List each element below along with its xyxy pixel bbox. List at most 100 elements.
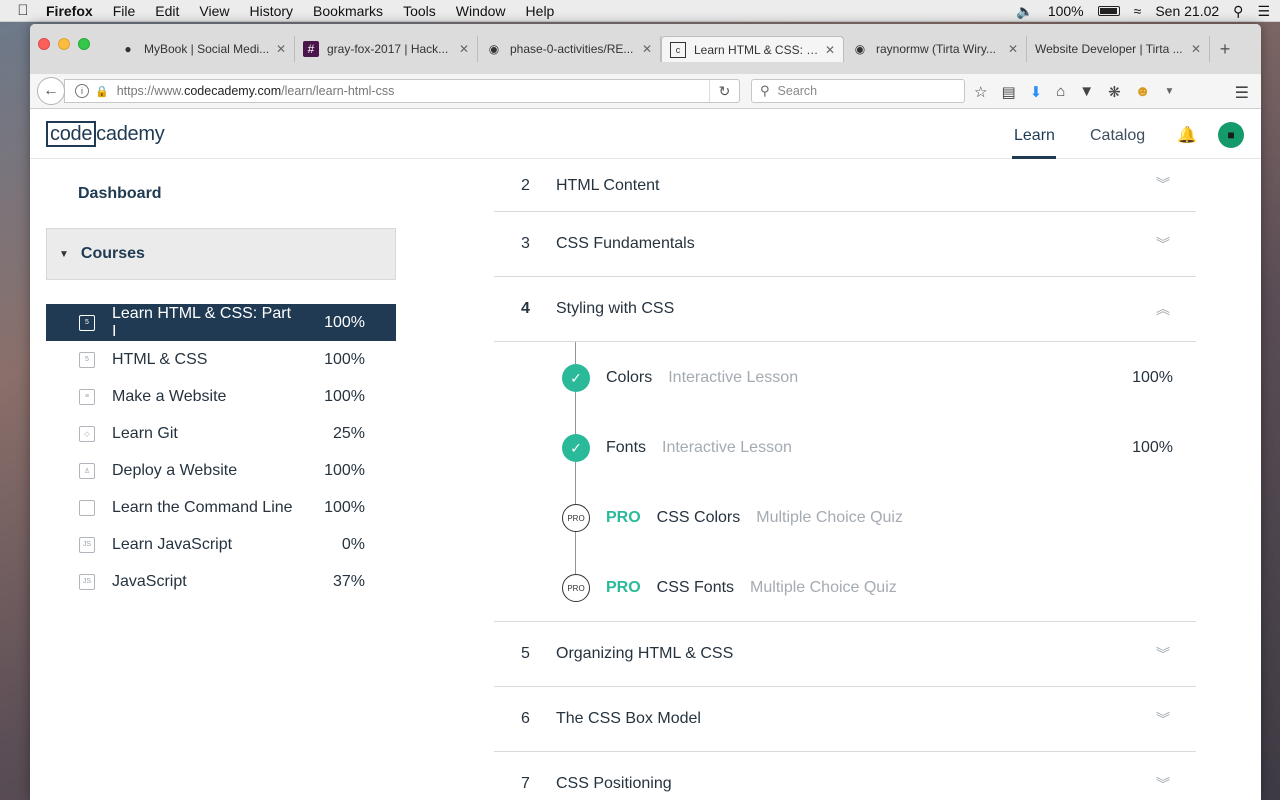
close-window-button[interactable]: [38, 38, 50, 50]
wifi-icon[interactable]: ≈: [1134, 3, 1142, 19]
course-list: 5 Learn HTML & CSS: Part I 100% 5 HTML &…: [46, 304, 396, 600]
tab-slack[interactable]: # gray-fox-2017 | Hack... ✕: [295, 36, 478, 62]
menu-view[interactable]: View: [199, 3, 229, 19]
unit-number: 2: [521, 176, 530, 194]
reading-list-icon[interactable]: ▤: [1001, 83, 1015, 101]
notification-bell-icon[interactable]: 🔔: [1177, 125, 1197, 145]
course-progress: 100%: [324, 387, 365, 405]
unit-row[interactable]: 5 Organizing HTML & CSS ︾: [494, 622, 1196, 687]
extension-icon[interactable]: ❋: [1108, 83, 1121, 101]
menu-tools[interactable]: Tools: [403, 3, 436, 19]
avatar[interactable]: ■: [1218, 122, 1244, 148]
course-item-learn-html-css-part-1[interactable]: 5 Learn HTML & CSS: Part I 100%: [46, 304, 396, 341]
html5-icon: 5: [79, 314, 95, 331]
battery-icon[interactable]: [1097, 6, 1120, 16]
menu-window[interactable]: Window: [456, 3, 506, 19]
chevron-down-icon[interactable]: ︾: [1156, 234, 1170, 254]
lesson-name: CSS Fonts: [656, 579, 735, 596]
tab-title: Learn HTML & CSS: P...: [694, 42, 819, 57]
pro-lock-icon: PRO: [562, 504, 590, 532]
user-extension-icon[interactable]: ☻: [1135, 83, 1151, 100]
tab-mybook[interactable]: ● MyBook | Social Medi... ✕: [112, 36, 295, 62]
course-item-learn-the-command-line[interactable]: Learn the Command Line 100%: [46, 489, 396, 526]
url-text[interactable]: https://www.codecademy.com/learn/learn-h…: [117, 84, 395, 98]
unit-row[interactable]: 6 The CSS Box Model ︾: [494, 687, 1196, 752]
chevron-down-icon[interactable]: ︾: [1156, 774, 1170, 794]
close-tab-icon[interactable]: ✕: [276, 42, 286, 56]
course-item-make-a-website[interactable]: ≡ Make a Website 100%: [46, 378, 396, 415]
minimize-window-button[interactable]: [58, 38, 70, 50]
course-item-html-css[interactable]: 5 HTML & CSS 100%: [46, 341, 396, 378]
logo-rest-text: cademy: [96, 123, 165, 145]
zoom-window-button[interactable]: [78, 38, 90, 50]
course-item-javascript[interactable]: JS JavaScript 37%: [46, 563, 396, 600]
search-bar[interactable]: ⚲ Search: [751, 79, 965, 103]
close-tab-icon[interactable]: ✕: [459, 42, 469, 56]
lesson-type: Multiple Choice Quiz: [750, 579, 897, 596]
reload-icon[interactable]: ↻: [709, 80, 739, 102]
nav-learn[interactable]: Learn: [1014, 127, 1055, 145]
notification-list-icon[interactable]: ☰: [1257, 3, 1270, 20]
apple-menu-icon[interactable]: : [0, 2, 46, 19]
chevron-up-icon[interactable]: ︽: [1156, 299, 1170, 319]
course-item-learn-javascript[interactable]: JS Learn JavaScript 0%: [46, 526, 396, 563]
spotlight-icon[interactable]: ⚲: [1233, 3, 1243, 20]
info-icon[interactable]: i: [75, 84, 89, 98]
unit-title: Styling with CSS: [556, 300, 675, 317]
nav-catalog[interactable]: Catalog: [1090, 127, 1145, 145]
dashboard-link[interactable]: Dashboard: [78, 185, 162, 203]
tab-codecademy[interactable]: c Learn HTML & CSS: P... ✕: [661, 36, 844, 62]
menu-bookmarks[interactable]: Bookmarks: [313, 3, 383, 19]
course-name: Learn HTML & CSS: Part I: [112, 304, 292, 340]
home-icon[interactable]: ⌂: [1056, 83, 1065, 100]
download-icon[interactable]: ⬇: [1030, 83, 1043, 101]
unit-row[interactable]: 2 HTML Content ︾: [494, 160, 1196, 212]
search-placeholder: Search: [777, 84, 818, 98]
unit-row[interactable]: 7 CSS Positioning ︾: [494, 752, 1196, 800]
caret-down-icon: ▼: [59, 248, 69, 260]
unit-row-open[interactable]: 4 Styling with CSS ︽: [494, 277, 1196, 342]
lesson-item[interactable]: PRO PRO CSS Fonts Multiple Choice Quiz: [562, 574, 1182, 602]
course-progress: 37%: [332, 572, 365, 590]
new-tab-button[interactable]: +: [1210, 36, 1240, 62]
course-name: HTML & CSS: [112, 350, 208, 368]
clock[interactable]: Sen 21.02: [1155, 3, 1219, 19]
lesson-item[interactable]: PRO PRO CSS Colors Multiple Choice Quiz: [562, 504, 1182, 532]
tab-github-phase0[interactable]: ◉ phase-0-activities/RE... ✕: [478, 36, 661, 62]
courses-toggle[interactable]: ▼ Courses: [46, 228, 396, 280]
course-item-learn-git[interactable]: ◇ Learn Git 25%: [46, 415, 396, 452]
lock-icon[interactable]: 🔒: [95, 85, 109, 98]
lesson-item[interactable]: ✓ Fonts Interactive Lesson 100%: [562, 434, 1182, 462]
tab-github-raynormw[interactable]: ◉ raynormw (Tirta Wiry... ✕: [844, 36, 1027, 62]
hamburger-menu-icon[interactable]: ☰: [1235, 83, 1249, 103]
chevron-down-icon[interactable]: ︾: [1156, 644, 1170, 664]
lesson-type: Interactive Lesson: [668, 369, 799, 386]
bookmark-star-icon[interactable]: ☆: [974, 83, 987, 101]
course-progress: 100%: [324, 350, 365, 368]
git-icon: ◇: [79, 425, 95, 442]
menu-history[interactable]: History: [249, 3, 293, 19]
speaker-icon[interactable]: 🔈: [1016, 3, 1033, 20]
chevron-down-icon[interactable]: ▼: [1165, 86, 1175, 97]
close-tab-icon[interactable]: ✕: [1008, 42, 1018, 56]
menu-edit[interactable]: Edit: [155, 3, 179, 19]
tab-bar: ● MyBook | Social Medi... ✕ # gray-fox-2…: [30, 24, 1261, 74]
codecademy-logo[interactable]: code cademy: [46, 121, 165, 147]
lesson-item[interactable]: ✓ Colors Interactive Lesson 100%: [562, 364, 1182, 392]
url-bar[interactable]: i 🔒 https://www.codecademy.com/learn/lea…: [64, 79, 740, 103]
github-icon: ◉: [488, 42, 500, 56]
unit-row[interactable]: 3 CSS Fundamentals ︾: [494, 212, 1196, 277]
close-tab-icon[interactable]: ✕: [1191, 42, 1201, 56]
tab-website-developer[interactable]: Website Developer | Tirta ... ✕: [1027, 36, 1210, 62]
chevron-down-icon[interactable]: ︾: [1156, 709, 1170, 729]
menu-help[interactable]: Help: [526, 3, 555, 19]
menu-firefox[interactable]: Firefox: [46, 3, 93, 19]
pocket-icon[interactable]: ▼: [1079, 83, 1094, 100]
chevron-down-icon[interactable]: ︾: [1156, 174, 1170, 194]
back-button[interactable]: ←: [37, 77, 65, 105]
menu-file[interactable]: File: [113, 3, 136, 19]
course-item-deploy-a-website[interactable]: ♙ Deploy a Website 100%: [46, 452, 396, 489]
close-tab-icon[interactable]: ✕: [825, 43, 835, 57]
close-tab-icon[interactable]: ✕: [642, 42, 652, 56]
js-icon: JS: [79, 536, 95, 553]
